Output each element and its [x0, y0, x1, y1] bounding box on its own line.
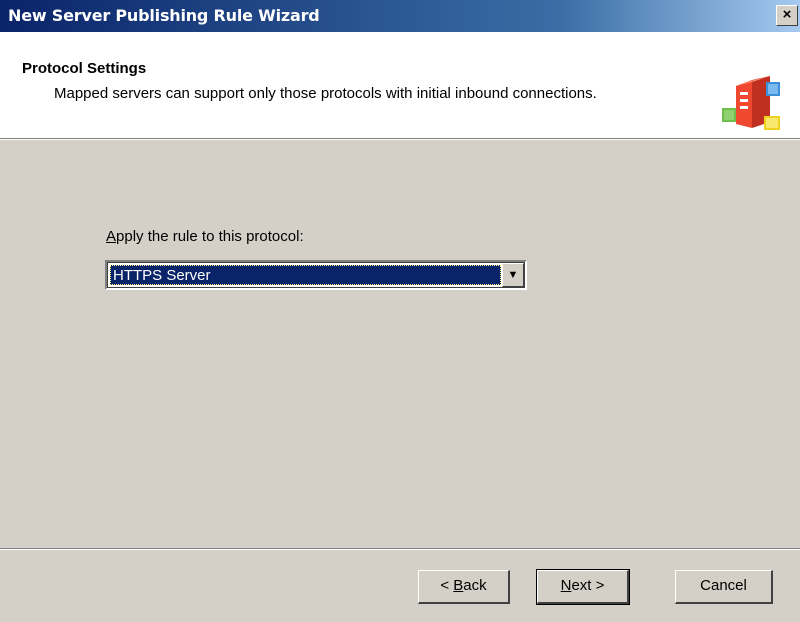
page-title: Protocol Settings	[22, 60, 147, 77]
protocol-dropdown[interactable]: HTTPS Server ▼	[105, 260, 527, 290]
protocol-label-accesskey: A	[106, 228, 117, 245]
protocol-label-text: pply the rule to this protocol:	[116, 228, 304, 245]
header-divider	[0, 138, 800, 140]
protocol-label: Apply the rule to this protocol:	[106, 228, 304, 245]
wizard-header: Protocol Settings Mapped servers can sup…	[0, 32, 800, 138]
footer-divider	[0, 548, 800, 550]
back-label: ack	[463, 577, 487, 594]
page-subtitle: Mapped servers can support only those pr…	[54, 85, 597, 102]
protocol-selected-value: HTTPS Server	[110, 265, 501, 285]
back-button[interactable]: < Back	[418, 570, 510, 604]
back-prefix: <	[440, 577, 454, 594]
title-bar: New Server Publishing Rule Wizard ×	[0, 0, 800, 32]
next-accesskey: N	[560, 577, 572, 594]
window-title: New Server Publishing Rule Wizard	[8, 6, 320, 25]
back-accesskey: B	[453, 577, 464, 594]
server-publishing-icon	[718, 72, 782, 140]
chevron-down-icon[interactable]: ▼	[502, 263, 524, 287]
cancel-button[interactable]: Cancel	[675, 570, 773, 604]
next-button[interactable]: Next >	[536, 569, 630, 605]
close-button[interactable]: ×	[776, 5, 798, 26]
next-label: ext >	[571, 577, 605, 594]
